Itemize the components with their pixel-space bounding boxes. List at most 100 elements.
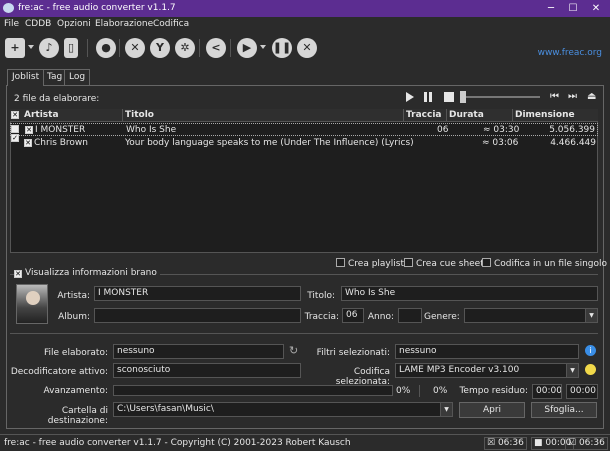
table-header: ✕ Artista Titolo Traccia Durata Dimensio… xyxy=(10,109,598,122)
year-label: Anno: xyxy=(367,312,394,322)
column-size[interactable]: Dimensione xyxy=(515,110,575,120)
remaining-time-field: 00:00 xyxy=(532,384,562,399)
filters-label: Filtri selezionati: xyxy=(316,348,390,358)
play-icon[interactable] xyxy=(406,92,414,102)
cell-duration: ≈ 03:30 xyxy=(483,125,520,135)
option-label: Crea playlist xyxy=(348,259,404,269)
add-cd-icon[interactable]: ♪ xyxy=(39,38,59,58)
column-artist[interactable]: Artista xyxy=(24,110,59,120)
column-track[interactable]: Traccia xyxy=(406,110,442,120)
settings-icon[interactable]: ✕ xyxy=(125,38,145,58)
share-icon[interactable]: < xyxy=(206,38,226,58)
minimize-button[interactable]: ─ xyxy=(540,1,562,16)
chevron-down-icon[interactable] xyxy=(28,45,34,49)
menu-file[interactable]: File xyxy=(4,19,19,29)
year-field[interactable] xyxy=(398,308,422,323)
single-file-option[interactable]: Codifica in un file singolo xyxy=(482,258,607,269)
menu-encoding[interactable]: Codifica xyxy=(153,19,189,29)
cell-size: 5.056.399 xyxy=(549,125,595,135)
menu-options[interactable]: Opzioni xyxy=(57,19,91,29)
option-label: Crea cue sheet xyxy=(416,259,484,269)
info-icon[interactable]: i xyxy=(585,345,596,356)
total-time: 06:36 xyxy=(578,438,605,448)
row-select-checkbox[interactable]: ✓ xyxy=(11,134,19,142)
column-duration[interactable]: Durata xyxy=(449,110,484,120)
browse-button[interactable]: Sfoglia... xyxy=(531,402,597,418)
encoder-settings-icon[interactable]: Y xyxy=(150,38,170,58)
tab-joblist[interactable]: Joblist xyxy=(7,69,45,86)
column-title[interactable]: Titolo xyxy=(125,110,154,120)
create-cue-option[interactable]: Crea cue sheet xyxy=(404,258,484,269)
cd-time: 06:36 xyxy=(497,438,524,448)
divider xyxy=(10,333,598,334)
selected-icon: ■ xyxy=(534,438,546,448)
select-all-checkbox[interactable]: ✕ xyxy=(11,111,19,119)
chevron-down-icon[interactable]: ▼ xyxy=(585,309,597,322)
toolbar: + ♪ ▯ ● ✕ Y ✲ < ▶ ❚❚ ✕ www.freac.org xyxy=(0,32,610,64)
artist-field[interactable]: I MONSTER xyxy=(94,286,301,301)
total-progress-percent: 0% xyxy=(433,386,448,396)
cd-icon: ☒ xyxy=(487,438,498,448)
add-files-icon[interactable]: + xyxy=(5,38,25,58)
stop-icon[interactable]: ✕ xyxy=(297,38,317,58)
previous-track-icon[interactable]: ⏮ xyxy=(550,92,559,102)
checkbox[interactable]: ✕ xyxy=(14,270,22,278)
checkbox[interactable] xyxy=(404,258,413,267)
chevron-down-icon[interactable] xyxy=(260,45,266,49)
encoder-select[interactable]: LAME MP3 Encoder v3.100 xyxy=(395,363,579,378)
checkbox[interactable] xyxy=(482,258,491,267)
close-window-button[interactable]: ✕ xyxy=(585,1,607,16)
artist-label: Artista: xyxy=(57,291,90,301)
title-field[interactable]: Who Is She xyxy=(341,286,598,301)
pause-icon[interactable] xyxy=(424,92,427,102)
file-label: File elaborato: xyxy=(44,348,108,358)
stop-icon[interactable] xyxy=(444,92,454,102)
chevron-down-icon[interactable]: ▼ xyxy=(440,403,452,416)
seek-slider[interactable] xyxy=(460,96,540,98)
menu-cddb[interactable]: CDDB xyxy=(25,19,51,29)
status-bar: fre:ac - free audio converter v1.1.7 - C… xyxy=(0,434,610,451)
row-select-checkbox[interactable] xyxy=(11,125,19,133)
table-row[interactable]: ✕ Chris Brown Your body language speaks … xyxy=(10,137,598,150)
track-field[interactable]: 06 xyxy=(342,308,364,323)
create-playlist-option[interactable]: Crea playlist xyxy=(336,258,404,269)
destination-field[interactable]: C:\Users\fasan\Music\ xyxy=(113,402,453,417)
destination-label: Cartella di destinazione: xyxy=(47,406,108,426)
genre-select[interactable] xyxy=(464,308,598,323)
filters-field: nessuno xyxy=(395,344,579,359)
menu-processing[interactable]: Elaborazione xyxy=(95,19,153,29)
cell-artist: Chris Brown xyxy=(34,138,88,148)
title-bar: fre:ac - free audio converter v1.1.7 ─ ☐… xyxy=(0,0,610,17)
pause-icon[interactable]: ❚❚ xyxy=(272,38,292,58)
table-row[interactable]: ✕ I MONSTER Who Is She 06 ≈ 03:30 5.056.… xyxy=(10,123,598,136)
gear-icon[interactable]: ✲ xyxy=(175,38,195,58)
track-label: Traccia: xyxy=(304,312,339,322)
smiley-icon[interactable] xyxy=(585,364,596,375)
total-icon: ☑ xyxy=(568,438,579,448)
cell-artist: I MONSTER xyxy=(35,125,86,135)
file-field: nessuno xyxy=(113,344,284,359)
cddb-query-icon[interactable]: ● xyxy=(96,38,116,58)
progress-label: Avanzamento: xyxy=(43,386,109,396)
toggle-label: Visualizza informazioni brano xyxy=(25,268,157,278)
status-text: fre:ac - free audio converter v1.1.7 - C… xyxy=(4,438,351,448)
row-checkbox[interactable]: ✕ xyxy=(25,126,33,134)
open-button[interactable]: Apri xyxy=(459,402,525,418)
album-field[interactable] xyxy=(94,308,301,323)
seek-handle[interactable] xyxy=(460,91,466,103)
tab-log[interactable]: Log xyxy=(64,69,91,85)
chevron-down-icon[interactable]: ▼ xyxy=(566,364,578,377)
checkbox[interactable] xyxy=(336,258,345,267)
option-label: Codifica in un file singolo xyxy=(494,259,608,269)
next-track-icon[interactable]: ⏭ xyxy=(568,92,577,102)
start-encoding-icon[interactable]: ▶ xyxy=(237,38,257,58)
row-checkbox[interactable]: ✕ xyxy=(24,139,32,147)
remove-files-icon[interactable]: ▯ xyxy=(64,38,78,58)
album-label: Album: xyxy=(58,312,90,322)
decoder-field: sconosciuto xyxy=(113,363,301,378)
eject-icon[interactable]: ⏏ xyxy=(587,92,597,102)
track-info-toggle[interactable]: ✕ Visualizza informazioni brano xyxy=(14,268,160,278)
website-link[interactable]: www.freac.org xyxy=(538,48,602,58)
maximize-button[interactable]: ☐ xyxy=(562,1,584,16)
remaining-label: Tempo residuo: xyxy=(459,386,528,396)
